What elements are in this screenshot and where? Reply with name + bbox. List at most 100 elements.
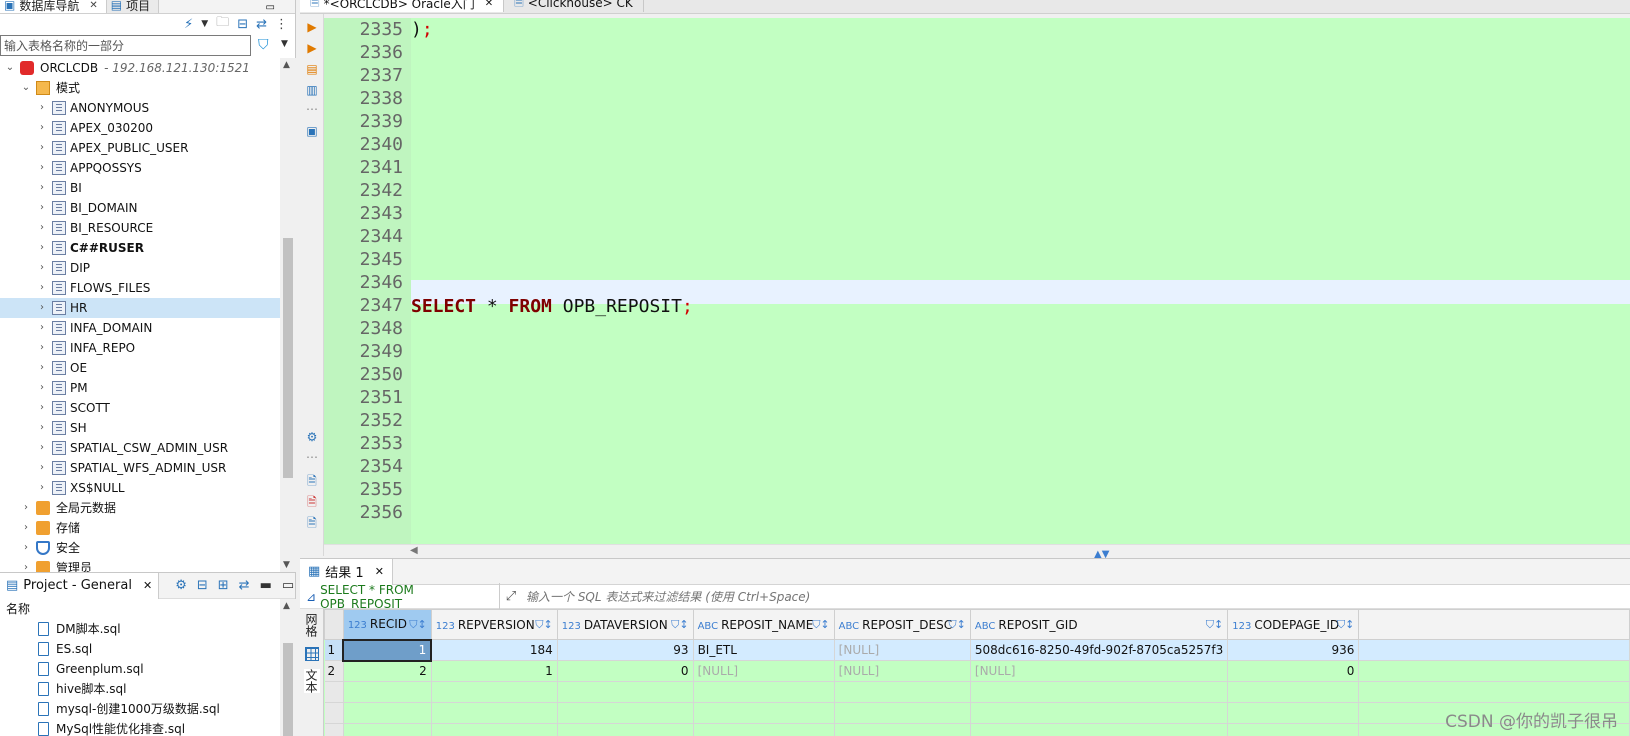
editor-horizontal-scrollbar[interactable]: ◀ ▲▼ bbox=[324, 544, 1630, 560]
table-cell[interactable]: 0 bbox=[557, 660, 694, 682]
expand-icon[interactable]: ⊞ bbox=[218, 578, 229, 593]
tree-schema-item[interactable]: › XS$NULL bbox=[0, 478, 280, 498]
tab-oracle-script[interactable]: 🗎 *<ORCLCDB> Oracle入门 ✕ bbox=[300, 0, 505, 12]
table-cell[interactable]: [NULL] bbox=[970, 660, 1229, 682]
sort-filter-icon[interactable]: ⛉↕ bbox=[1206, 618, 1223, 632]
scroll-up-icon[interactable]: ▲ bbox=[283, 60, 290, 70]
project-file-item[interactable]: MySql性能优化排查.sql bbox=[0, 719, 295, 736]
tree-schema-item[interactable]: › BI bbox=[0, 178, 280, 198]
tree-schema-item[interactable]: › SPATIAL_WFS_ADMIN_USR bbox=[0, 458, 280, 478]
expand-arrow-icon[interactable]: › bbox=[36, 338, 48, 358]
sort-filter-icon[interactable]: ⛉↕ bbox=[812, 618, 829, 632]
tree-schema-item[interactable]: › FLOWS_FILES bbox=[0, 278, 280, 298]
sort-filter-icon[interactable]: ⛉↕ bbox=[409, 618, 426, 632]
expand-arrow-icon[interactable]: › bbox=[36, 158, 48, 178]
scrollbar-thumb[interactable] bbox=[283, 238, 293, 478]
new-connection-icon[interactable]: ⚡ bbox=[184, 17, 193, 32]
tree-schema-item[interactable]: › HR bbox=[0, 298, 280, 318]
expand-arrow-icon[interactable]: › bbox=[36, 358, 48, 378]
expand-arrow-icon[interactable]: ⌄ bbox=[20, 78, 32, 98]
tree-schema-item[interactable]: › DIP bbox=[0, 258, 280, 278]
view-tab-text[interactable]: 文本 bbox=[304, 669, 320, 693]
project-file-item[interactable]: DM脚本.sql bbox=[0, 619, 295, 639]
close-icon[interactable]: ✕ bbox=[485, 0, 493, 9]
import-icon[interactable]: 🗎 bbox=[305, 495, 319, 509]
table-row[interactable]: 1 1 184 93 BI_ETL [NULL] 508dc616-8250-49fd-90… bbox=[324, 638, 1630, 662]
tree-schema-item[interactable]: › INFA_REPO bbox=[0, 338, 280, 358]
expand-arrow-icon[interactable]: › bbox=[36, 458, 48, 478]
sort-filter-icon[interactable]: ⛉↕ bbox=[948, 618, 965, 632]
sort-filter-icon[interactable]: ⛉↕ bbox=[535, 618, 552, 632]
table-cell[interactable]: 508dc616-8250-49fd-902f-8705ca5257f3 bbox=[970, 639, 1229, 661]
column-header[interactable]: ABC REPOSIT_DESC ⛉↕ bbox=[833, 609, 971, 640]
table-cell[interactable]: 1 bbox=[431, 660, 558, 682]
expand-arrow-icon[interactable]: › bbox=[20, 518, 32, 538]
scrollbar-thumb[interactable] bbox=[283, 643, 293, 736]
tab-clickhouse-script[interactable]: 🗎 <Clickhouse> CK bbox=[504, 0, 644, 12]
column-header[interactable]: ABC REPOSIT_NAME ⛉↕ bbox=[692, 609, 835, 640]
tree-schema-item[interactable]: › APEX_PUBLIC_USER bbox=[0, 138, 280, 158]
project-scrollbar[interactable]: ▲ bbox=[280, 599, 296, 736]
expand-arrow-icon[interactable]: › bbox=[36, 138, 48, 158]
table-cell[interactable]: 93 bbox=[557, 639, 694, 661]
dropdown-icon[interactable]: ▼ bbox=[201, 19, 208, 29]
expand-arrow-icon[interactable]: › bbox=[36, 118, 48, 138]
tree-schema-item[interactable]: › C##RUSER bbox=[0, 238, 280, 258]
expand-arrow-icon[interactable]: › bbox=[36, 98, 48, 118]
expand-arrow-icon[interactable]: › bbox=[20, 498, 32, 518]
column-header[interactable]: 123 CODEPAGE_ID ⛉↕ bbox=[1227, 609, 1360, 640]
tree-schema-item[interactable]: › SPATIAL_CSW_ADMIN_USR bbox=[0, 438, 280, 458]
export-icon[interactable]: 🗎 bbox=[305, 474, 319, 488]
more-tools-icon[interactable]: ⋯ bbox=[305, 450, 319, 464]
scroll-down-icon[interactable]: ▼ bbox=[283, 560, 290, 570]
expand-arrow-icon[interactable]: › bbox=[36, 198, 48, 218]
tab-projects[interactable]: ▤ 项目 bbox=[106, 0, 160, 13]
scroll-left-icon[interactable]: ◀ bbox=[410, 545, 418, 556]
column-header[interactable]: ABC REPOSIT_GID ⛉↕ bbox=[969, 609, 1229, 640]
explain-plan-icon[interactable]: ▥ bbox=[305, 83, 319, 97]
expand-arrow-icon[interactable]: › bbox=[36, 238, 48, 258]
expand-arrow-icon[interactable]: ⌄ bbox=[4, 58, 16, 78]
close-icon[interactable]: ✕ bbox=[143, 579, 152, 592]
project-file-item[interactable]: ES.sql bbox=[0, 639, 295, 659]
link-icon[interactable]: ⇄ bbox=[239, 578, 250, 593]
collapse-icon[interactable]: ⊟ bbox=[197, 578, 208, 593]
table-row[interactable]: 2 2 1 0 [NULL] [NULL] [NULL] 0 bbox=[324, 660, 1630, 682]
tree-schema-item[interactable]: › SH bbox=[0, 418, 280, 438]
results-filter-input[interactable] bbox=[522, 589, 1322, 604]
tree-connection-orclcdb[interactable]: ⌄ ORCLCDB - 192.168.121.130:1521 bbox=[0, 58, 280, 78]
table-cell[interactable]: [NULL] bbox=[834, 660, 971, 682]
sql-editor[interactable]: ); SELECT * FROM OPB_REPOSIT; bbox=[411, 18, 1630, 544]
tree-schema-item[interactable]: › BI_RESOURCE bbox=[0, 218, 280, 238]
execute-script-icon[interactable]: ▤ bbox=[305, 62, 319, 76]
gear-icon[interactable]: ⚙ bbox=[305, 430, 319, 444]
expand-arrow-icon[interactable]: › bbox=[36, 278, 48, 298]
expand-arrow-icon[interactable]: › bbox=[36, 258, 48, 278]
more-tools-icon[interactable]: ⋯ bbox=[305, 102, 319, 116]
console-icon[interactable]: ▣ bbox=[305, 124, 319, 138]
new-folder-icon[interactable]: 🗀 bbox=[216, 13, 229, 35]
sort-filter-icon[interactable]: ⛉↕ bbox=[671, 618, 688, 632]
table-cell[interactable]: 0 bbox=[1227, 660, 1360, 682]
tree-folder-item[interactable]: › 存储 bbox=[0, 518, 280, 538]
table-filter-input[interactable] bbox=[0, 35, 251, 56]
collapse-all-icon[interactable]: ⊟ bbox=[237, 17, 248, 32]
expand-arrow-icon[interactable]: › bbox=[20, 538, 32, 558]
expand-arrow-icon[interactable]: › bbox=[36, 178, 48, 198]
expand-arrow-icon[interactable]: › bbox=[36, 378, 48, 398]
project-file-item[interactable]: Greenplum.sql bbox=[0, 659, 295, 679]
table-cell[interactable]: 936 bbox=[1227, 639, 1360, 661]
project-file-item[interactable]: hive脚本.sql bbox=[0, 679, 295, 699]
column-header[interactable]: 123 DATAVERSION ⛉↕ bbox=[556, 609, 694, 640]
tree-schema-item[interactable]: › PM bbox=[0, 378, 280, 398]
filter-icon[interactable]: ⛉ bbox=[258, 37, 269, 53]
row-number[interactable]: 1 bbox=[324, 639, 344, 661]
expand-arrow-icon[interactable]: › bbox=[36, 398, 48, 418]
table-cell[interactable]: [NULL] bbox=[693, 660, 835, 682]
close-icon[interactable]: ✕ bbox=[375, 565, 384, 578]
maximize-icon[interactable]: ▭ bbox=[266, 2, 275, 13]
table-cell[interactable]: [NULL] bbox=[834, 639, 971, 661]
row-number[interactable]: 2 bbox=[324, 660, 344, 682]
expand-arrow-icon[interactable]: › bbox=[36, 438, 48, 458]
expand-arrow-icon[interactable]: › bbox=[36, 478, 48, 498]
